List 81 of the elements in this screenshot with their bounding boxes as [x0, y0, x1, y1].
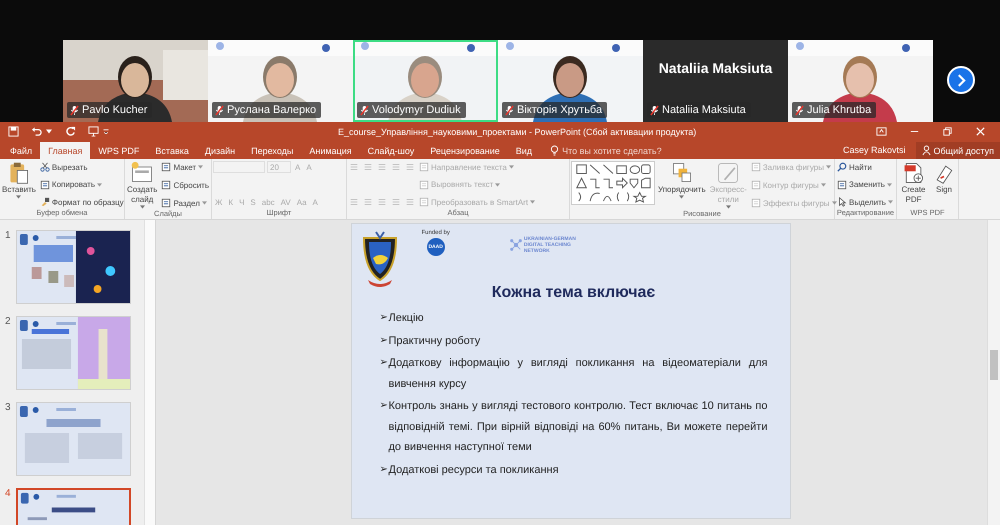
- next-page-button[interactable]: [947, 66, 975, 94]
- save-icon[interactable]: [8, 126, 19, 137]
- participant-name: Julia Khrutba: [807, 104, 872, 116]
- bullet-text: Додаткові ресурси та покликання: [388, 462, 560, 478]
- bullet-icon: ➢: [380, 308, 388, 328]
- bullet-icon: ➢: [380, 460, 388, 480]
- lightbulb-icon: [550, 145, 560, 156]
- lines-icon: [391, 162, 401, 172]
- ribbon-tab[interactable]: Файл: [2, 142, 40, 159]
- ribbon-button[interactable]: Выделить: [836, 196, 894, 208]
- ribbon-button[interactable]: Макет: [160, 161, 204, 173]
- customize-icon[interactable]: [102, 128, 110, 135]
- ribbon-button[interactable]: Сбросить: [160, 179, 210, 191]
- bullet-text: Додаткову інформацію у вигляді покликання на відеоматеріали для вивчення курсу: [388, 356, 768, 392]
- ribbon-button[interactable]: Вставить: [1, 161, 37, 199]
- ribbon-button[interactable]: Вырезать: [38, 161, 89, 173]
- user-name: Casey Rakovtsi: [843, 144, 906, 157]
- brush-icon: [40, 197, 50, 207]
- lines-icon: [405, 162, 415, 172]
- bullet-text: Практичну роботу: [388, 334, 482, 348]
- slide-number: 2: [5, 316, 12, 327]
- slide-number: 3: [5, 402, 12, 413]
- caret-icon[interactable]: [45, 128, 53, 135]
- ribbon-button[interactable]: Sign: [931, 161, 957, 195]
- bullet-icon: ➢: [380, 396, 388, 458]
- cursor-icon: [837, 197, 847, 207]
- lines-icon: [349, 197, 359, 207]
- slide-number: 1: [5, 230, 12, 241]
- network-icon: [510, 239, 522, 251]
- lines-icon: [391, 197, 401, 207]
- chevron-right-icon: [956, 74, 966, 86]
- scrollbar[interactable]: [987, 220, 1000, 525]
- bullet-text: Лекцію: [388, 311, 425, 326]
- ribbon-button[interactable]: Формат по образцу: [38, 196, 125, 208]
- close-icon[interactable]: [975, 126, 986, 137]
- lines-icon: [363, 162, 373, 172]
- lines-icon: [405, 197, 415, 207]
- ribbon-tab[interactable]: Рецензирование: [422, 142, 508, 159]
- ribbon-button[interactable]: Копировать: [38, 178, 103, 190]
- lines-icon: [377, 197, 387, 207]
- participant-name: Volodymyr Dudiuk: [372, 104, 461, 116]
- slide-title: Кожна тема включає: [490, 284, 656, 302]
- presentation-icon[interactable]: [88, 126, 99, 137]
- participant-name: Nataliia Maksiuta: [662, 104, 746, 116]
- repeat-icon[interactable]: [65, 126, 76, 137]
- search-icon: [837, 162, 847, 172]
- person-icon: [922, 145, 931, 156]
- bullet-icon: ➢: [380, 353, 388, 394]
- bullet-text: Контроль знань у вигляді тестового контролю. Тест включає 10 питань по відповідній темі. При вірній відповіді на 60% питань, Ви можете перейти до вивчення наступної теми: [388, 399, 768, 455]
- ribbon-tab[interactable]: Вставка: [147, 142, 197, 159]
- ribbon-button[interactable]: Создать слайд: [126, 161, 158, 209]
- ribbon-button[interactable]: Найти: [836, 161, 873, 173]
- slide-number: 4: [5, 488, 12, 499]
- ribbon-tab[interactable]: Главная: [40, 142, 90, 159]
- tell-me-field[interactable]: Что вы хотите сделать?: [550, 142, 692, 159]
- lines-icon: [363, 197, 373, 207]
- lines-icon: [377, 162, 387, 172]
- scissors-icon: [40, 162, 50, 172]
- lines-icon: [349, 162, 359, 172]
- ribbon-tab[interactable]: Вид: [508, 142, 540, 159]
- shapes-gallery[interactable]: [571, 161, 655, 205]
- ribbon-tab[interactable]: Анимация: [301, 142, 360, 159]
- bullet-icon: ➢: [380, 330, 388, 351]
- ribbon-button[interactable]: Упорядочить: [657, 161, 707, 199]
- participant-name: Pavlo Kucher: [82, 104, 148, 116]
- window-title: E_course_Управління_науковими_проектами - PowerPoint (Сбой активации продукта): [338, 126, 698, 136]
- restore-icon[interactable]: [942, 126, 953, 137]
- ribbon-options-icon[interactable]: [876, 126, 887, 137]
- ribbon-tab[interactable]: Переходы: [243, 142, 302, 159]
- ribbon-tab[interactable]: WPS PDF: [90, 142, 148, 159]
- ribbon-tab[interactable]: Дизайн: [196, 142, 244, 159]
- ribbon-button[interactable]: Заменить: [836, 178, 893, 190]
- scrollbar[interactable]: [144, 220, 155, 525]
- ribbon-button[interactable]: Раздел: [160, 197, 208, 209]
- participant-name: Вікторія Хрутьба: [517, 104, 602, 116]
- undo-icon[interactable]: [31, 126, 42, 137]
- ribbon-tab[interactable]: Слайд-шоу: [360, 142, 422, 159]
- ribbon-button[interactable]: Create PDF: [898, 161, 929, 205]
- participant-name: Руслана Валерко: [227, 104, 316, 116]
- share-button[interactable]: Общий доступ: [916, 142, 1000, 159]
- participant-name: Nataliia Maksiuta: [658, 60, 774, 76]
